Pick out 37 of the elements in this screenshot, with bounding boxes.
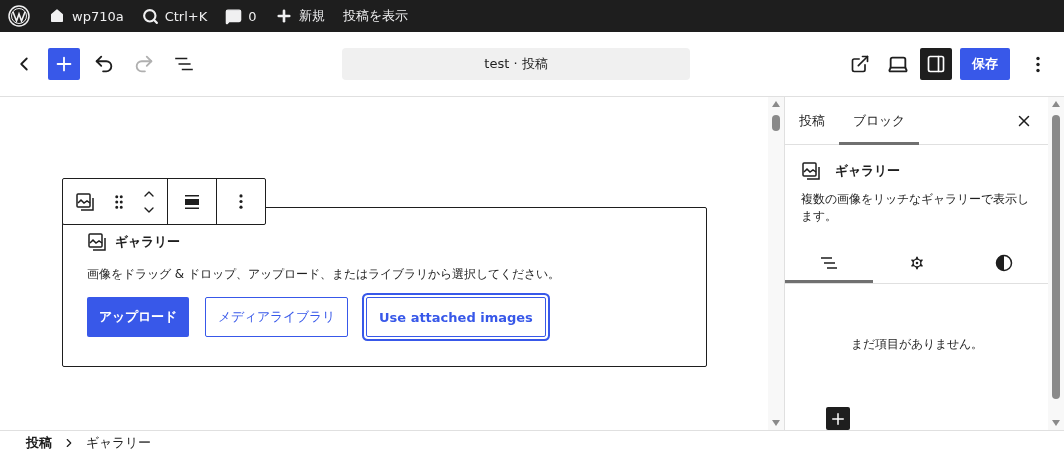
block-name: ギャラリー (115, 233, 180, 251)
comment-icon (225, 7, 243, 25)
add-block-button[interactable] (48, 48, 80, 80)
panel-right-icon (926, 54, 946, 74)
upload-button[interactable]: アップロード (87, 297, 189, 337)
more-icon (1036, 55, 1040, 73)
gallery-icon (75, 191, 95, 212)
gallery-icon (801, 161, 821, 181)
search-icon (141, 7, 159, 25)
settings-panel-button[interactable] (920, 48, 952, 80)
breadcrumb-link[interactable]: ギャラリー (86, 434, 151, 452)
scrollbar[interactable] (1048, 97, 1064, 430)
save-button[interactable]: 保存 (960, 48, 1010, 80)
undo-icon (93, 53, 115, 75)
comment-count[interactable]: 0 (248, 8, 257, 24)
block-card-title: ギャラリー (835, 162, 900, 180)
view-post-link[interactable]: 投稿を表示 (342, 7, 408, 25)
sidebar-tab[interactable]: 投稿 (785, 96, 839, 145)
more-icon (239, 194, 243, 209)
redo-icon (133, 53, 155, 75)
contrast-icon (995, 254, 1014, 272)
document-title[interactable]: test · 投稿 (342, 48, 690, 80)
external-link-icon (850, 54, 870, 74)
wordpress-logo-icon[interactable] (8, 5, 30, 27)
empty-message: まだ項目がありません。 (849, 336, 984, 353)
add-item-button[interactable] (826, 407, 850, 430)
media-library-button[interactable]: メディアライブラリ (205, 297, 348, 337)
gallery-icon (87, 232, 107, 252)
breadcrumb-link[interactable]: 投稿 (26, 434, 52, 452)
home-icon (48, 7, 66, 25)
scrollbar[interactable] (768, 97, 784, 430)
sidebar-tab[interactable]: ブロック (839, 96, 919, 145)
new-link[interactable]: 新規 (298, 7, 325, 25)
search-shortcut[interactable]: Ctrl+K (164, 8, 208, 24)
placeholder-instructions: 画像をドラッグ & ドロップ、アップロード、またはライブラリから選択してください。 (87, 266, 561, 283)
site-name-link[interactable]: wp710a (72, 8, 124, 24)
block-description: 複数の画像をリッチなギャラリーで表示します。 (801, 191, 1030, 225)
